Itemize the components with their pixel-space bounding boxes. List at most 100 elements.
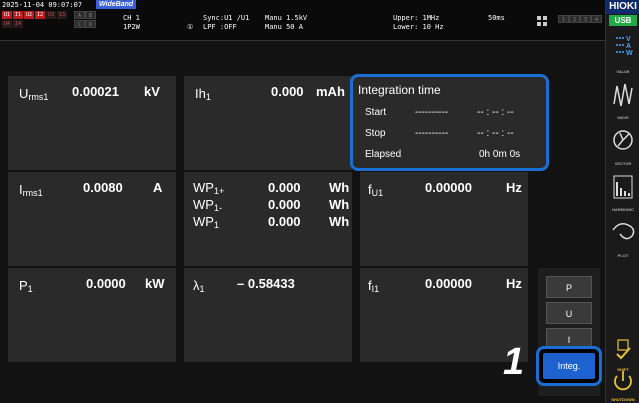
- upper-filter: Upper: 1MHz: [393, 14, 440, 22]
- p-unit: kW: [145, 276, 165, 291]
- channel-label: CH 1: [123, 14, 140, 22]
- circle-number: ①: [187, 23, 194, 31]
- range-indicator: A: [74, 11, 85, 19]
- fi-label: fI1: [368, 278, 380, 294]
- channel-indicator: I1: [13, 11, 23, 19]
- fi-value: 0.00000: [425, 276, 472, 291]
- lpf-label: LPF :OFF: [203, 23, 237, 31]
- svg-text:W: W: [626, 50, 633, 57]
- wp-minus-value: 0.000: [268, 197, 301, 212]
- wp-plus-value: 0.000: [268, 180, 301, 195]
- shutdown-button[interactable]: SHUTDOWN: [608, 368, 638, 402]
- wp-plus-label: WP1+: [193, 180, 225, 196]
- integ-button-highlight: Integ.: [536, 346, 602, 386]
- elapsed-label: Elapsed: [365, 149, 402, 160]
- wp-unit: Wh: [329, 214, 350, 229]
- urms-label: Urms1: [19, 86, 49, 102]
- channel-indicator: I3: [57, 11, 67, 19]
- fi-unit: Hz: [506, 276, 522, 291]
- channel-indicator: I2: [35, 11, 45, 19]
- urms-value: 0.00021: [72, 84, 119, 99]
- irms-value: 0.0080: [83, 180, 123, 195]
- urms-unit: kV: [144, 84, 160, 99]
- wp-label: WP1: [193, 214, 219, 230]
- start-label: Start: [365, 107, 387, 118]
- wp-minus-label: WP1-: [193, 197, 222, 213]
- ih-label: Ih1: [195, 86, 211, 102]
- memory-slot: 1: [558, 15, 569, 23]
- harmonic-view-button[interactable]: HARMONIC: [608, 170, 638, 214]
- range-indicator: C: [74, 20, 85, 28]
- shutdown-label: SHUTDOWN: [611, 397, 635, 402]
- voltage-range: Manu 1.5kV: [265, 14, 308, 22]
- sync-label: Sync:U1 /U1: [203, 14, 250, 22]
- memory-slot: 4: [591, 15, 602, 23]
- brand-logo: HIOKI: [606, 0, 639, 14]
- wp-value: 0.000: [268, 214, 301, 229]
- usb-badge: USB: [609, 15, 637, 26]
- p-value: 0.0000: [86, 276, 126, 291]
- lower-filter: Lower: 10 Hz: [393, 23, 444, 31]
- right-sidebar: HIOKI USB V A W VALUE WAVE VECTOR HARMON…: [605, 0, 639, 403]
- memory-slot: 2: [569, 15, 580, 23]
- p-button[interactable]: P: [546, 276, 592, 298]
- irms-label: Irms1: [19, 182, 43, 198]
- status-bar: 2025-11-04 09:07:07 WideBand U1 I1 U2 I2…: [0, 0, 605, 41]
- harmonic-label: HARMONIC: [612, 207, 634, 212]
- value-view-button[interactable]: V A W VALUE: [608, 32, 638, 76]
- range-indicator: B: [85, 11, 96, 19]
- step-number: 1: [503, 341, 525, 383]
- wave-view-button[interactable]: WAVE: [608, 78, 638, 122]
- start-value: -- : -- : --: [477, 107, 514, 118]
- fu-value: 0.00000: [425, 180, 472, 195]
- wave-icon: [613, 83, 633, 107]
- current-range: Manu 50 A: [265, 23, 303, 31]
- plot-view-button[interactable]: PLOT: [608, 216, 638, 260]
- range-indicator: D: [85, 20, 96, 28]
- plot-label: PLOT: [617, 253, 629, 258]
- value-label: VALUE: [616, 69, 630, 74]
- wideband-badge: WideBand: [96, 0, 137, 9]
- p-label: P1: [19, 278, 33, 294]
- wp-plus-unit: Wh: [329, 180, 350, 195]
- integration-time-panel: Integration time Start ---------- -- : -…: [350, 74, 549, 171]
- channel-indicator: U4: [2, 20, 12, 28]
- instrument-screen: 2025-11-04 09:07:07 WideBand U1 I1 U2 I2…: [0, 0, 639, 403]
- power-icon: [614, 371, 632, 391]
- stop-dash: ----------: [415, 128, 449, 139]
- svg-text:A: A: [626, 43, 631, 50]
- channel-indicator: U1: [2, 11, 12, 19]
- integ-button[interactable]: Integ.: [543, 353, 595, 379]
- elapsed-value: 0h 0m 0s: [479, 149, 521, 160]
- plot-icon: [612, 223, 635, 240]
- channel-indicator: I4: [13, 20, 23, 28]
- lambda-value: – 0.58433: [237, 276, 295, 291]
- memory-slot: 3: [580, 15, 591, 23]
- channel-indicator: U2: [24, 11, 34, 19]
- wiring-label: 1P2W: [123, 23, 140, 31]
- svg-text:V: V: [626, 36, 631, 43]
- value-icon: V A W: [616, 36, 633, 57]
- wp-minus-unit: Wh: [329, 197, 350, 212]
- interval-label: 50ms: [488, 14, 505, 22]
- integration-title: Integration time: [358, 83, 441, 97]
- lambda-label: λ1: [193, 278, 205, 294]
- fu-label: fU1: [368, 182, 384, 198]
- network-icon: [537, 16, 547, 26]
- channel-indicator: U3: [46, 11, 56, 19]
- shift-icon: [616, 339, 631, 360]
- harmonic-icon: [613, 175, 633, 199]
- stop-label: Stop: [365, 128, 386, 139]
- ih-unit: mAh: [316, 84, 345, 99]
- stop-value: -- : -- : --: [477, 128, 514, 139]
- u-button[interactable]: U: [546, 302, 592, 324]
- vector-icon: [613, 130, 633, 150]
- fu-unit: Hz: [506, 180, 522, 195]
- datetime: 2025-11-04 09:07:07: [2, 1, 83, 9]
- start-dash: ----------: [415, 107, 449, 118]
- vector-label: VECTOR: [614, 161, 632, 166]
- irms-unit: A: [153, 180, 163, 195]
- vector-view-button[interactable]: VECTOR: [608, 124, 638, 168]
- wave-label: WAVE: [617, 115, 629, 120]
- ih-value: 0.000: [271, 84, 304, 99]
